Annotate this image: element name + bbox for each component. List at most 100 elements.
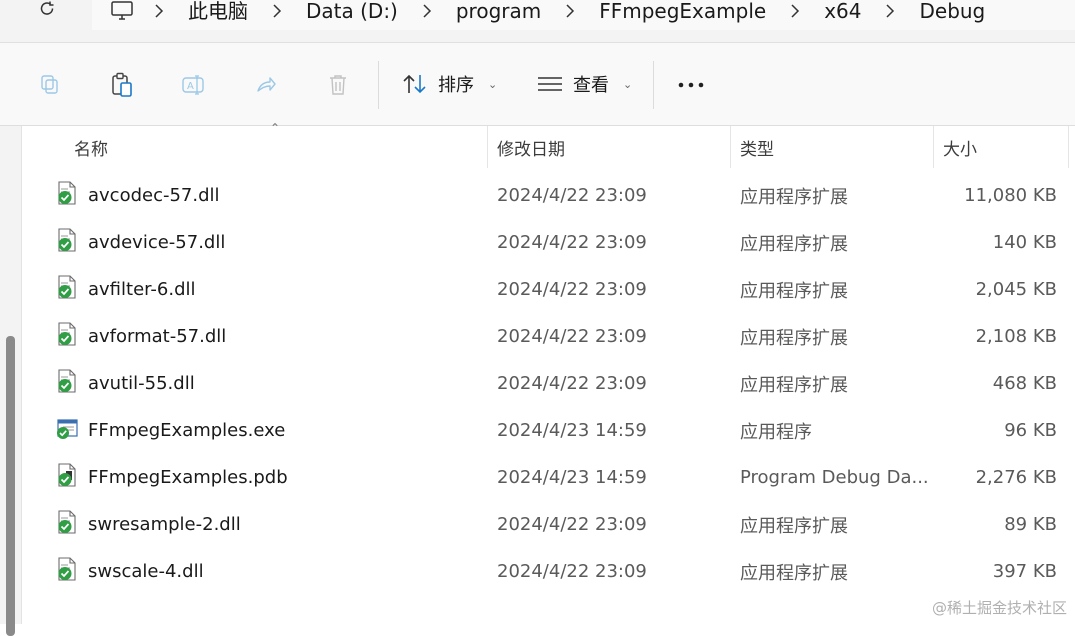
dll-file-icon [56, 369, 78, 398]
file-date: 2024/4/22 23:09 [497, 172, 647, 219]
file-type: 应用程序扩展 [740, 360, 848, 407]
breadcrumb[interactable]: 此电脑 Data (D:) program FFmpegExample x64 … [92, 0, 1075, 30]
dll-file-icon [56, 557, 78, 586]
file-row[interactable]: avcodec-57.dll2024/4/22 23:09应用程序扩展11,08… [22, 172, 1075, 219]
rename-button[interactable]: A [176, 67, 212, 103]
sort-label: 排序 [438, 71, 474, 97]
file-size: 89 KB [897, 501, 1057, 548]
chevron-down-icon: ⌄ [488, 78, 497, 91]
breadcrumb-item-this-pc[interactable]: 此电脑 [178, 1, 258, 21]
file-name: avdevice-57.dll [88, 232, 225, 253]
file-row[interactable]: avfilter-6.dll2024/4/22 23:09应用程序扩展2,045… [22, 266, 1075, 313]
file-name-cell[interactable]: swresample-2.dll [56, 501, 241, 548]
file-name-cell[interactable]: swscale-4.dll [56, 548, 204, 595]
scrollbar-thumb[interactable] [6, 336, 15, 636]
more-options-button[interactable] [673, 67, 709, 103]
sort-ascending-icon: ⌃ [270, 121, 280, 135]
file-row[interactable]: avformat-57.dll2024/4/22 23:09应用程序扩展2,10… [22, 313, 1075, 360]
file-date: 2024/4/23 14:59 [497, 407, 647, 454]
pdb-file-icon [56, 463, 78, 492]
trash-icon [327, 73, 349, 97]
file-name: swscale-4.dll [88, 561, 204, 582]
sort-icon [402, 73, 428, 95]
file-date: 2024/4/23 14:59 [497, 454, 647, 501]
chevron-right-icon[interactable] [776, 11, 814, 19]
svg-text:A: A [187, 81, 194, 92]
command-bar: A 排序 ⌄ 查看 ⌄ [0, 43, 1075, 125]
chevron-right-icon[interactable] [140, 11, 178, 19]
file-date: 2024/4/22 23:09 [497, 313, 647, 360]
file-name-cell[interactable]: avfilter-6.dll [56, 266, 196, 313]
column-header-size[interactable]: 大小 [943, 126, 977, 168]
file-size: 96 KB [897, 407, 1057, 454]
file-name-cell[interactable]: avcodec-57.dll [56, 172, 220, 219]
copy-button[interactable] [32, 67, 68, 103]
file-size: 11,080 KB [897, 172, 1057, 219]
view-menu-button[interactable]: 查看 ⌄ [537, 69, 632, 99]
column-header-name[interactable]: 名称 [74, 126, 108, 168]
breadcrumb-item-x64[interactable]: x64 [814, 1, 871, 21]
file-row[interactable]: avdevice-57.dll2024/4/22 23:09应用程序扩展140 … [22, 219, 1075, 266]
file-name: avcodec-57.dll [88, 185, 220, 206]
file-type: 应用程序扩展 [740, 501, 848, 548]
paste-button[interactable] [104, 67, 140, 103]
file-name-cell[interactable]: avformat-57.dll [56, 313, 226, 360]
chevron-right-icon[interactable] [258, 11, 296, 19]
file-name-cell[interactable]: avdevice-57.dll [56, 219, 225, 266]
chevron-right-icon[interactable] [551, 11, 589, 19]
file-name-cell[interactable]: FFmpegExamples.pdb [56, 454, 288, 501]
file-date: 2024/4/22 23:09 [497, 360, 647, 407]
file-name: avutil-55.dll [88, 373, 195, 394]
file-size: 397 KB [897, 548, 1057, 595]
toolbar-separator [378, 61, 379, 109]
file-size: 140 KB [897, 219, 1057, 266]
file-name: swresample-2.dll [88, 514, 241, 535]
rename-icon: A [181, 73, 207, 97]
file-name-cell[interactable]: FFmpegExamples.exe [56, 407, 285, 454]
file-row[interactable]: swresample-2.dll 2024/4/22 23:09 应用程序扩展 89 … [22, 501, 1075, 548]
file-row[interactable]: avutil-55.dll 2024/4/22 23:09 应用程序扩展 468 KB [22, 360, 1075, 407]
dll-file-icon [56, 181, 78, 210]
paste-icon [110, 72, 134, 98]
dll-file-icon [56, 510, 78, 539]
navigation-pane-edge [0, 126, 22, 624]
dll-file-icon [56, 322, 78, 351]
file-date: 2024/4/22 23:09 [497, 548, 647, 595]
share-icon [254, 73, 278, 97]
more-icon [678, 82, 704, 88]
file-date: 2024/4/22 23:09 [497, 501, 647, 548]
sort-menu-button[interactable]: 排序 ⌄ [402, 69, 497, 99]
share-button[interactable] [248, 67, 284, 103]
file-name: FFmpegExamples.pdb [88, 467, 288, 488]
delete-button[interactable] [320, 67, 356, 103]
file-name: avformat-57.dll [88, 326, 226, 347]
file-row[interactable]: FFmpegExamples.exe 2024/4/23 14:59 应用程序 96 … [22, 407, 1075, 454]
refresh-button[interactable] [30, 0, 64, 26]
view-label: 查看 [573, 71, 609, 97]
file-name-cell[interactable]: avutil-55.dll [56, 360, 195, 407]
file-row[interactable]: swscale-4.dll2024/4/22 23:09应用程序扩展397 KB [22, 548, 1075, 595]
breadcrumb-item-debug[interactable]: Debug [909, 1, 995, 21]
file-type: 应用程序扩展 [740, 266, 848, 313]
column-divider[interactable] [487, 126, 488, 168]
breadcrumb-item-program[interactable]: program [446, 1, 551, 21]
file-name: avfilter-6.dll [88, 279, 196, 300]
refresh-icon [37, 0, 57, 19]
chevron-right-icon[interactable] [408, 11, 446, 19]
column-divider[interactable] [1068, 126, 1069, 168]
computer-icon [110, 0, 134, 22]
dll-file-icon [56, 228, 78, 257]
file-row[interactable]: FFmpegExamples.pdb2024/4/23 14:59Program… [22, 454, 1075, 501]
file-size: 468 KB [897, 360, 1057, 407]
chevron-right-icon[interactable] [871, 11, 909, 19]
file-type: 应用程序 [740, 407, 812, 454]
breadcrumb-item-data-drive[interactable]: Data (D:) [296, 1, 408, 21]
copy-icon [38, 73, 62, 97]
column-header-type[interactable]: 类型 [740, 126, 774, 168]
column-divider[interactable] [730, 126, 731, 168]
column-divider[interactable] [933, 126, 934, 168]
column-header-date[interactable]: 修改日期 [497, 126, 565, 168]
breadcrumb-item-ffmpegexample[interactable]: FFmpegExample [589, 1, 776, 21]
view-icon [537, 74, 563, 94]
watermark: @稀土掘金技术社区 [932, 597, 1067, 618]
